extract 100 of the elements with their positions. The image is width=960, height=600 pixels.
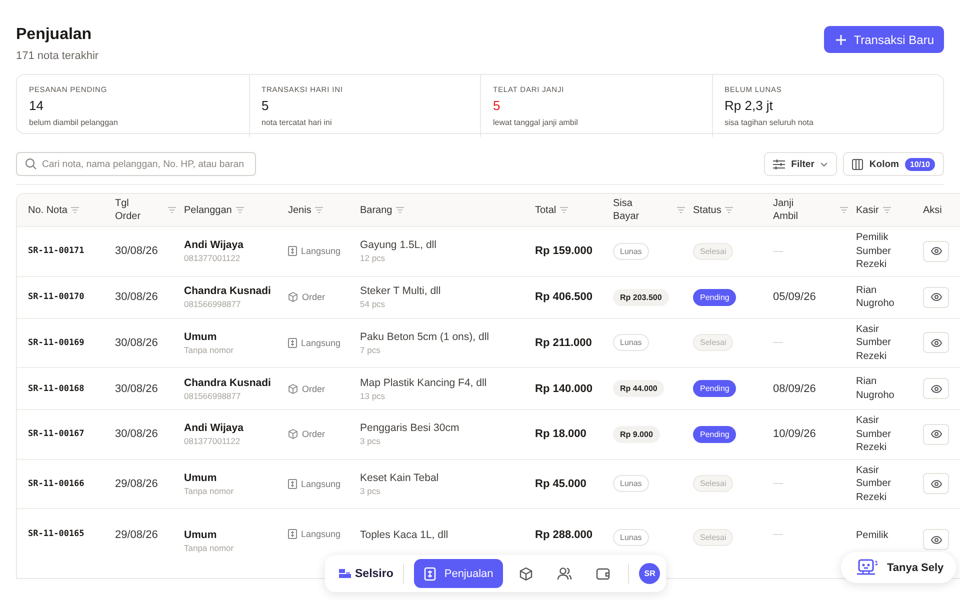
cashier-name: Pemilik (856, 529, 890, 542)
brand-name: Selsiro (355, 568, 394, 580)
status-badge: Selesai (693, 475, 734, 492)
item-quantity: 12 pcs (360, 253, 386, 264)
eye-icon (930, 338, 942, 347)
item-name: Paku Beton 5cm (1 ons), dll (360, 330, 489, 343)
assistant-button[interactable]: Tanya Sely (841, 552, 956, 583)
order-date: 30/08/26 (115, 245, 158, 258)
pickup-date: — (773, 337, 783, 348)
view-button[interactable] (923, 240, 949, 262)
order-type: Order (302, 429, 326, 440)
item-name: Keset Kain Tebal (360, 472, 439, 484)
pickup-date: 10/09/26 (773, 428, 816, 440)
total-amount: Rp 45.000 (535, 478, 586, 490)
sales-nav-button[interactable]: Penjualan (414, 559, 504, 588)
order-type: Order (302, 384, 326, 394)
item-name: Map Plastik Kancing F4, dll (360, 376, 487, 388)
stat-value: 5 (493, 98, 502, 113)
columns-count-badge: 10/10 (904, 158, 935, 170)
item-name: Penggaris Besi 30cm (360, 422, 460, 434)
view-button[interactable] (923, 473, 949, 494)
pickup-date: — (773, 246, 783, 257)
order-date: 30/08/26 (115, 336, 158, 349)
column-header: No. Nota (28, 204, 68, 216)
item-quantity: 7 pcs (360, 344, 380, 355)
item-quantity: 54 pcs (360, 299, 386, 309)
order-type: Langsung (301, 529, 341, 539)
sliders-icon (773, 158, 786, 170)
invoice-number: SR-11-00167 (28, 429, 84, 440)
stat-note: lewat tanggal janji ambil (493, 118, 579, 127)
customer-phone: Tanpa nomor (184, 543, 234, 553)
customer-name: Andi Wijaya (184, 422, 244, 434)
customer-phone: 081566998877 (184, 299, 241, 309)
columns-button[interactable]: Kolom 10/10 (843, 152, 944, 176)
view-button[interactable] (923, 378, 949, 399)
receipt-icon (424, 566, 436, 580)
order-type: Langsung (301, 246, 341, 256)
column-header: Barang (360, 204, 392, 216)
column-header: Status (693, 204, 722, 216)
order-date: 30/08/26 (115, 428, 158, 440)
view-button[interactable] (923, 286, 949, 308)
invoice-number: SR-11-00166 (28, 478, 84, 489)
logo-icon (339, 568, 351, 578)
item-quantity: 3 pcs (360, 486, 380, 496)
search-field[interactable]: Cari nota, nama pelanggan, No. HP, atau baran (16, 152, 256, 176)
balance-badge: Rp 44.000 (613, 380, 664, 397)
balance-badge: Lunas (613, 334, 649, 352)
wallet-icon (596, 568, 610, 580)
total-amount: Rp 406.500 (535, 291, 592, 303)
eye-icon (930, 247, 942, 256)
view-button[interactable] (923, 424, 949, 445)
pickup-date: 08/09/26 (773, 382, 816, 394)
balance-badge: Lunas (613, 529, 649, 546)
balance-badge: Lunas (613, 475, 649, 492)
eye-icon (930, 293, 942, 301)
customer-phone: 081566998877 (184, 390, 241, 400)
column-header: Total (535, 204, 556, 216)
eye-icon (930, 430, 942, 438)
order-type: Langsung (301, 338, 341, 348)
total-amount: Rp 211.000 (535, 336, 592, 349)
customer-name: Umum (184, 330, 217, 343)
page-subtitle: 171 nota terakhir (16, 50, 99, 62)
item-name: Steker T Multi, dll (360, 285, 441, 297)
view-button[interactable] (923, 332, 949, 354)
receipt-icon (288, 338, 297, 348)
order-date: 30/08/26 (115, 382, 158, 394)
cashier-name: Kasir Sumber Rezeki (856, 414, 892, 454)
total-amount: Rp 18.000 (535, 428, 586, 440)
column-header: Janji Ambil (773, 197, 800, 223)
receipt-icon (288, 246, 297, 256)
customer-name: Umum (184, 529, 217, 541)
stat-note: nota tercatat hari ini (262, 118, 333, 127)
order-date: 29/08/26 (115, 529, 158, 541)
user-avatar[interactable]: SR (639, 563, 660, 584)
pickup-date: — (773, 478, 783, 490)
cashier-name: Rian Nugroho (856, 375, 896, 402)
eye-icon (930, 384, 942, 392)
item-name: Toples Kaca 1L, dll (360, 529, 448, 541)
box-icon (288, 429, 298, 440)
status-badge: Selesai (693, 529, 734, 546)
columns-icon (852, 158, 864, 170)
column-header: Kasir (856, 204, 879, 216)
status-badge: Selesai (693, 334, 734, 352)
customer-phone: 081377001122 (184, 436, 240, 446)
eye-icon (930, 536, 942, 544)
total-amount: Rp 159.000 (535, 245, 592, 258)
column-header: Pelanggan (184, 204, 232, 216)
receipt-icon (288, 478, 297, 489)
column-header: Tgl Order (115, 197, 142, 223)
invoice-number: SR-11-00171 (28, 246, 84, 256)
new-transaction-button[interactable]: Transaksi Baru (824, 26, 944, 53)
view-button[interactable] (923, 529, 949, 550)
filter-button[interactable]: Filter (764, 152, 838, 176)
order-date: 30/08/26 (115, 291, 158, 303)
item-name: Gayung 1.5L, dll (360, 239, 436, 252)
order-type: Order (302, 292, 326, 302)
customer-name: Chandra Kusnadi (184, 376, 271, 388)
item-quantity: 3 pcs (360, 436, 380, 446)
order-date: 29/08/26 (115, 478, 158, 490)
invoice-number: SR-11-00169 (28, 338, 84, 348)
